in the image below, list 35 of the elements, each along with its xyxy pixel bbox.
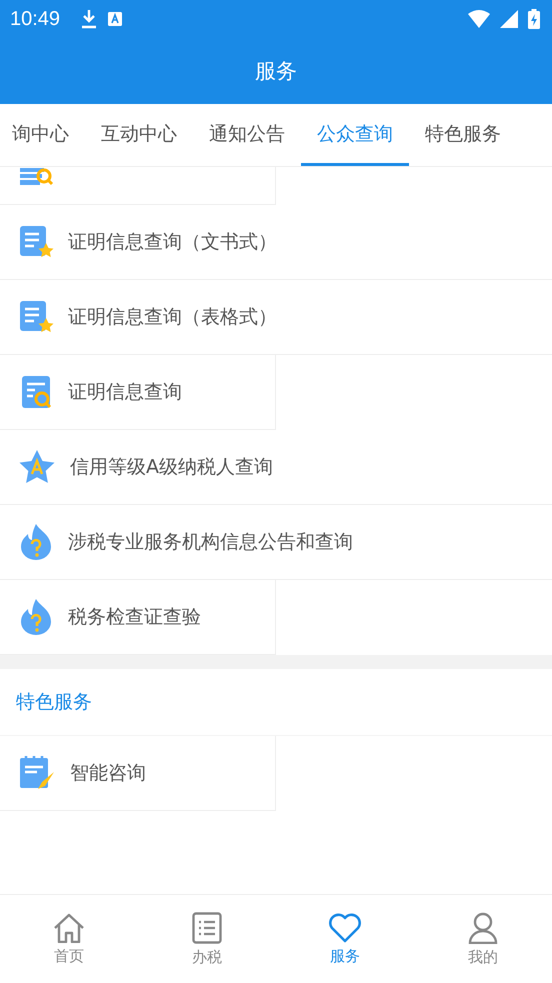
wifi-icon (468, 10, 490, 28)
tab[interactable]: 互动中心 (85, 104, 193, 166)
tab[interactable]: 特色服务 (409, 104, 517, 166)
signal-icon (500, 10, 518, 28)
section-title: 特色服务 (16, 690, 92, 715)
flame-question-icon (18, 523, 54, 561)
nav-tab[interactable]: 我的 (414, 895, 552, 983)
service-item[interactable]: 证明信息查询 (0, 355, 276, 430)
download-icon (80, 9, 98, 29)
document-star-icon (18, 225, 54, 259)
person-icon (468, 912, 498, 944)
nav-tab[interactable]: 首页 (0, 895, 138, 983)
nav-tab[interactable]: 办税 (138, 895, 276, 983)
heart-icon (328, 912, 362, 942)
page-title: 服务 (255, 58, 297, 85)
letter-a-icon (108, 12, 122, 26)
notepad-pen-icon (18, 755, 56, 791)
list-icon (192, 912, 222, 944)
tab[interactable]: 公众查询 (301, 104, 409, 166)
service-item[interactable]: 智能咨询 (0, 736, 276, 811)
home-icon (53, 912, 85, 942)
tab[interactable]: 询中心 (0, 104, 85, 166)
service-item[interactable]: 证明信息查询（文书式） (0, 205, 552, 280)
database-search-icon (18, 168, 54, 188)
service-item[interactable]: 信用等级A级纳税人查询 (0, 430, 552, 505)
nav-tab[interactable]: 服务 (276, 895, 414, 983)
service-item[interactable] (0, 167, 276, 205)
battery-icon (528, 9, 540, 29)
flame-question-icon (18, 598, 54, 636)
service-item[interactable]: 证明信息查询（表格式） (0, 280, 552, 355)
status-time: 10:49 (10, 8, 60, 30)
document-star-icon (18, 300, 54, 334)
tab[interactable]: 通知公告 (193, 104, 301, 166)
service-item[interactable]: 涉税专业服务机构信息公告和查询 (0, 505, 552, 580)
star-a-icon (18, 449, 56, 485)
